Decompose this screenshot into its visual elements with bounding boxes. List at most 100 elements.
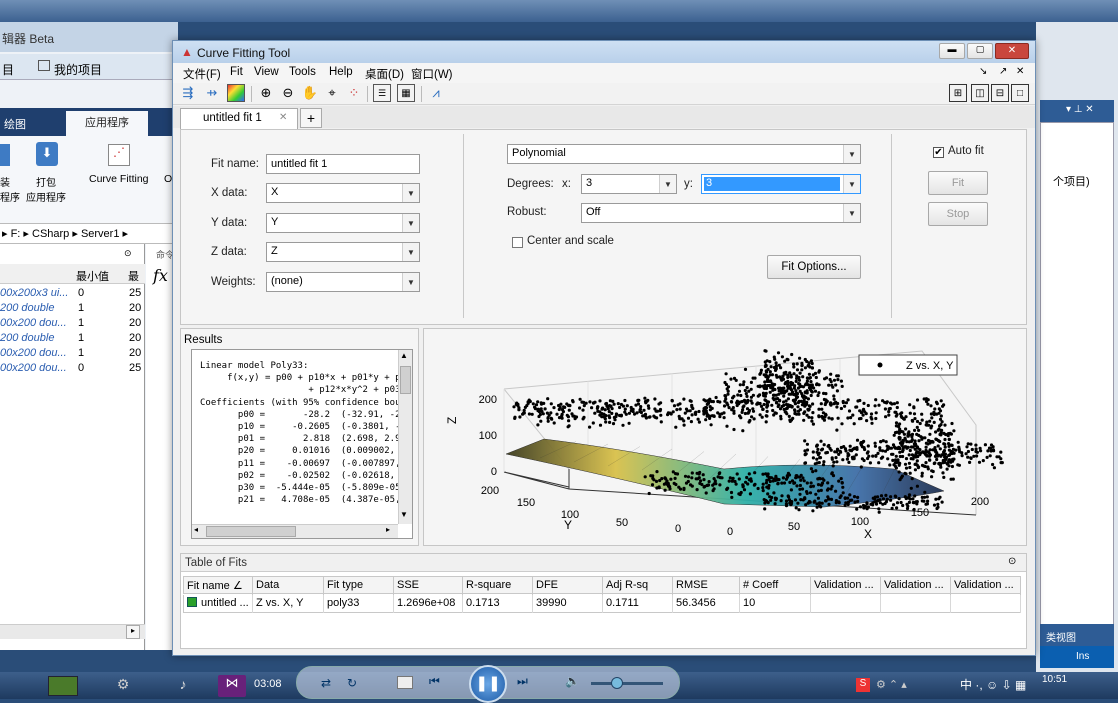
scroll-up-icon[interactable]: ▲ [400,351,408,360]
scroll-left-icon[interactable]: ◂ [194,525,198,534]
column-header[interactable]: Fit name ∠ [184,577,253,595]
y-data-select[interactable]: Y ▼ [266,213,420,233]
column-header[interactable]: Adj R-sq [603,577,673,595]
taskbar-sound-icon[interactable]: ♪ [168,676,198,696]
close-doc-icon[interactable]: ✕ [1016,66,1024,77]
close-button[interactable]: ✕ [995,43,1029,59]
layout-grid-icon[interactable]: ⊞ [949,84,967,102]
column-header[interactable]: RMSE [673,577,740,595]
workspace-row[interactable]: 200 double 1 20 [0,331,145,346]
previous-icon[interactable]: ⏮ [429,674,440,689]
tab-untitled-fit-1[interactable]: untitled fit 1 ✕ [180,108,298,129]
z-data-select[interactable]: Z ▼ [266,242,420,262]
table-row[interactable]: untitled ... Z vs. X, Ypoly33 1.2696e+08 0.… [183,595,1021,613]
data-cursor-icon[interactable]: ⌖ [323,84,341,102]
shuffle-icon[interactable]: ⇄ [321,676,331,690]
bg-tab-plots[interactable]: 绘图 [4,116,26,132]
class-view-tab[interactable]: 类视图 [1046,629,1076,644]
menu-desktop[interactable]: 桌面(D) [365,66,404,82]
colormap-icon[interactable] [227,84,245,102]
bg-package-label[interactable]: 打包 应用程序 [26,174,66,204]
fit-button[interactable]: Fit [928,171,988,195]
menu-tools[interactable]: Tools [289,66,316,78]
bg-tab-apps[interactable]: 应用程序 [66,111,148,136]
pan-icon[interactable]: ✋ [301,84,319,102]
results-vscrollbar[interactable]: ▲ ▼ [398,350,412,524]
fit-options-button[interactable]: Fit Options... [767,255,861,279]
column-header[interactable]: # Coeff [740,577,811,595]
center-scale-checkbox[interactable] [512,237,523,248]
layout-rows-icon[interactable]: ⊟ [991,84,1009,102]
taskbar-tool-icon[interactable]: ⚙ [108,676,138,696]
pause-icon[interactable]: ❚❚ [469,665,507,703]
bg-project-item[interactable]: 目 [2,61,14,78]
menu-window[interactable]: 窗口(W) [411,66,453,82]
fit-name-input[interactable]: untitled fit 1 [266,154,420,174]
undock-icon[interactable]: ↘ [979,66,987,77]
collapse-table-icon[interactable]: ⊙ [1008,556,1016,567]
zoom-out-icon[interactable]: ⊖ [279,84,297,102]
x-data-select[interactable]: X ▼ [266,183,420,203]
scroll-down-icon[interactable]: ▼ [400,510,408,519]
repeat-icon[interactable]: ↻ [347,676,357,690]
workspace-row[interactable]: 200 double 1 20 [0,301,145,316]
ws-header-min[interactable]: 最小值 [76,268,109,284]
tray-icons[interactable]: ⚙ ⌃ ▴ [876,678,907,691]
taskbar-app-icon[interactable] [48,676,78,696]
stop-button[interactable]: Stop [928,202,988,226]
axes-limits-icon[interactable]: ⩘ [427,84,445,102]
workspace-row[interactable]: 00x200 dou... 0 25 [0,361,145,376]
ime-tray-icons[interactable]: 中 ·, ☺ ⇩ ▦ [960,676,1026,693]
surface-plot[interactable]: 200100020015010050 0 0 50 100150200ZXYZ vs. … [424,329,1028,547]
dock-icon[interactable]: ↗ [999,66,1007,77]
maximize-button[interactable]: ▢ [967,43,993,59]
weights-select[interactable]: (none) ▼ [266,272,420,292]
grid-icon[interactable]: ▦ [397,84,415,102]
volume-thumb[interactable] [611,677,623,689]
next-icon[interactable]: ⏭ [517,674,528,689]
new-fit-icon[interactable]: ⇶ [179,84,197,102]
column-header[interactable]: Validation ... [881,577,951,595]
menu-fit[interactable]: Fit [230,66,243,78]
column-header[interactable]: DFE [533,577,603,595]
duplicate-fit-icon[interactable]: ⇸ [203,84,221,102]
volume-icon[interactable]: 🔈 [565,674,580,688]
zoom-in-icon[interactable]: ⊕ [257,84,275,102]
column-header[interactable]: Validation ... [811,577,881,595]
model-type-select[interactable]: Polynomial ▼ [507,144,861,164]
scroll-right-icon[interactable]: ▸ [386,525,390,534]
workspace-row[interactable]: 00x200x3 ui... 0 25 [0,286,145,301]
bg-my-projects[interactable]: 我的项目 [54,61,102,78]
column-header[interactable]: R-square [463,577,533,595]
exclude-outliers-icon[interactable]: ⁘ [345,84,363,102]
stop-media-icon[interactable] [397,676,413,689]
ws-header-max[interactable]: 最 [128,268,139,284]
column-header[interactable]: Validation ... [951,577,1021,595]
visual-studio-icon[interactable]: ⋈ [218,675,246,697]
column-header[interactable]: SSE [394,577,463,595]
x-degree-select[interactable]: 3 ▼ [581,174,677,194]
minimize-button[interactable]: ▬ [939,43,965,59]
scroll-right-icon[interactable]: ▸ [126,625,140,639]
layout-single-icon[interactable]: □ [1011,84,1029,102]
column-header[interactable]: Fit type [324,577,394,595]
workspace-row[interactable]: 00x200 dou... 1 20 [0,316,145,331]
y-degree-select[interactable]: 3 ▼ [701,174,861,194]
add-tab-button[interactable]: + [300,108,322,128]
results-textbox[interactable]: Linear model Poly33: f(x,y) = p00 + p10*… [191,349,413,539]
bg-install-label[interactable]: 装 程序 [0,174,20,204]
curve-fitting-app-icon[interactable]: ⋰ [108,144,130,166]
workspace-row[interactable]: 00x200 dou... 1 20 [0,346,145,361]
bg-curve-fitting-label[interactable]: Curve Fitting [89,173,149,185]
auto-fit-checkbox[interactable]: ✔ [933,147,944,158]
robust-select[interactable]: Off ▼ [581,203,861,223]
menu-help[interactable]: Help [329,66,353,78]
menu-file[interactable]: 文件(F) [183,66,221,82]
ws-hscrollbar[interactable]: ▸ [0,624,145,639]
collapse-icon[interactable]: ⊙ [124,248,132,259]
bg-breadcrumb[interactable]: ▸ F: ▸ CSharp ▸ Server1 ▸ [2,227,128,240]
legend-icon[interactable]: ☰ [373,84,391,102]
layout-columns-icon[interactable]: ◫ [971,84,989,102]
volume-slider[interactable] [591,682,663,685]
column-header[interactable]: Data [253,577,324,595]
